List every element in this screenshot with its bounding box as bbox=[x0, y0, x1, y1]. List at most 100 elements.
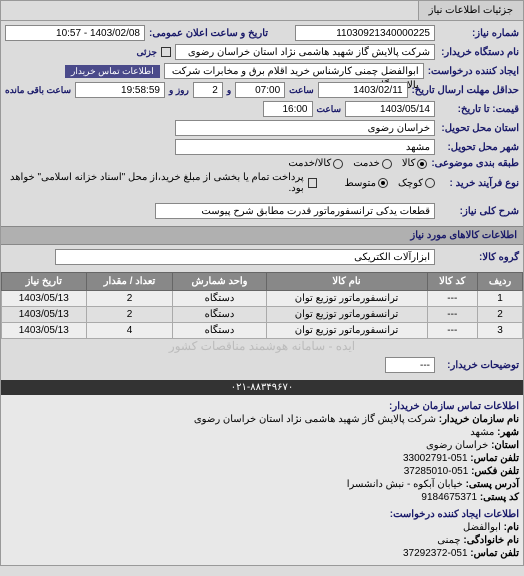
th-code: کد کالا bbox=[427, 273, 478, 291]
partial-checkbox[interactable] bbox=[161, 47, 171, 57]
radio-medium-label: متوسط bbox=[345, 178, 376, 189]
c-phone: 051-33002791 bbox=[403, 453, 468, 464]
process-radio-group: کوچک متوسط bbox=[345, 178, 435, 189]
table-cell-date: 1403/05/13 bbox=[2, 291, 87, 307]
c-province: خراسان رضوی bbox=[426, 440, 488, 451]
cr-lname-label: نام خانوادگی: bbox=[463, 535, 519, 546]
creator-header: اطلاعات ایجاد کننده درخواست: bbox=[5, 505, 519, 522]
payment-note: پرداخت تمام یا بخشی از مبلغ خرید،از محل … bbox=[5, 172, 304, 194]
time-suffix: ساعت باقی مانده bbox=[5, 85, 71, 96]
table-cell-name: ترانسفورماتور توزیع توان bbox=[266, 323, 427, 339]
c-address: خیابان آبکوه - نبش دانشسرا bbox=[347, 479, 463, 490]
th-qty: تعداد / مقدار bbox=[86, 273, 173, 291]
city-label: شهر محل تحویل: bbox=[439, 142, 519, 153]
c-fax: 051-37285010 bbox=[404, 466, 469, 477]
time-remain-field: 19:58:59 bbox=[75, 82, 165, 98]
creator-field: ابوالفضل چمنی کارشناس خرید اقلام برق و م… bbox=[164, 63, 424, 79]
table-row: 2---ترانسفورماتور توزیع تواندستگاه21403/… bbox=[2, 307, 523, 323]
contact-buyer-button[interactable]: اطلاعات تماس خریدار bbox=[65, 65, 160, 78]
radio-small[interactable]: کوچک bbox=[398, 178, 435, 189]
desc-label: شرح کلی نیاز: bbox=[439, 206, 519, 217]
partial-label: جزئی bbox=[136, 47, 157, 58]
cr-lname: چمنی bbox=[437, 535, 460, 546]
tab-details[interactable]: جزئیات اطلاعات نیاز bbox=[418, 1, 523, 20]
table-cell-qty: 2 bbox=[86, 307, 173, 323]
announce-label: تاریخ و ساعت اعلان عمومی: bbox=[149, 28, 268, 39]
table-cell-unit: دستگاه bbox=[173, 323, 266, 339]
table-cell-row: 2 bbox=[478, 307, 523, 323]
ext-label: توضیحات خریدار: bbox=[439, 360, 519, 371]
table-cell-date: 1403/05/13 bbox=[2, 307, 87, 323]
radio-service-circle bbox=[382, 159, 392, 169]
cr-fname: ابوالفضل bbox=[463, 522, 501, 533]
form-area: شماره نیاز: 11030921340000225 تاریخ و سا… bbox=[1, 21, 523, 226]
payment-checkbox[interactable] bbox=[308, 178, 318, 188]
c-org-label: نام سازمان خریدار: bbox=[439, 414, 519, 425]
c-city: مشهد bbox=[470, 427, 494, 438]
table-row: 1---ترانسفورماتور توزیع تواندستگاه21403/… bbox=[2, 291, 523, 307]
buyer-org-label: نام دستگاه خریدار: bbox=[439, 47, 519, 58]
table-cell-code: --- bbox=[427, 323, 478, 339]
validity-label: قیمت: تا تاریخ: bbox=[439, 104, 519, 115]
c-postal: 9184675371 bbox=[421, 492, 477, 503]
req-no-field: 11030921340000225 bbox=[295, 25, 435, 41]
th-date: تاریخ نیاز bbox=[2, 273, 87, 291]
group-label: گروه کالا: bbox=[439, 252, 519, 263]
table-cell-unit: دستگاه bbox=[173, 291, 266, 307]
city-field: مشهد bbox=[175, 139, 435, 155]
radio-goods-service[interactable]: کالا/خدمت bbox=[288, 158, 343, 169]
radio-small-label: کوچک bbox=[398, 178, 423, 189]
time-label-2: ساعت bbox=[317, 104, 342, 115]
days-suffix: روز و bbox=[169, 85, 189, 96]
contact-section: اطلاعات تماس سازمان خریدار: نام سازمان خ… bbox=[1, 395, 523, 565]
buyer-org-field: شرکت پالایش گاز شهید هاشمی نژاد استان خر… bbox=[175, 44, 435, 60]
c-province-label: استان: bbox=[491, 440, 519, 451]
radio-service-label: خدمت bbox=[353, 158, 380, 169]
radio-small-circle bbox=[425, 178, 435, 188]
province-label: استان محل تحویل: bbox=[439, 123, 519, 134]
radio-goods-circle bbox=[417, 159, 427, 169]
th-name: نام کالا bbox=[266, 273, 427, 291]
goods-table: ردیف کد کالا نام کالا واحد شمارش تعداد /… bbox=[1, 272, 523, 339]
class-label: طبقه بندی موضوعی: bbox=[431, 158, 519, 169]
radio-goods[interactable]: کالا bbox=[402, 158, 428, 169]
validity-time-field: 16:00 bbox=[263, 101, 313, 117]
table-cell-code: --- bbox=[427, 307, 478, 323]
validity-date-field: 1403/05/14 bbox=[345, 101, 435, 117]
table-header-row: ردیف کد کالا نام کالا واحد شمارش تعداد /… bbox=[2, 273, 523, 291]
table-cell-row: 3 bbox=[478, 323, 523, 339]
creator-label: ایجاد کننده درخواست: bbox=[428, 66, 519, 77]
contact-header: اطلاعات تماس سازمان خریدار: bbox=[5, 399, 519, 414]
radio-service[interactable]: خدمت bbox=[353, 158, 392, 169]
th-unit: واحد شمارش bbox=[173, 273, 266, 291]
radio-medium-circle bbox=[378, 178, 388, 188]
cr-phone-label: تلفن تماس: bbox=[470, 548, 519, 559]
table-cell-unit: دستگاه bbox=[173, 307, 266, 323]
th-row: ردیف bbox=[478, 273, 523, 291]
c-postal-label: کد پستی: bbox=[480, 492, 519, 503]
radio-medium[interactable]: متوسط bbox=[345, 178, 388, 189]
table-cell-qty: 2 bbox=[86, 291, 173, 307]
group-field: ابزارآلات الکتریکی bbox=[55, 249, 435, 265]
table-cell-date: 1403/05/13 bbox=[2, 323, 87, 339]
goods-table-wrap: ردیف کد کالا نام کالا واحد شمارش تعداد /… bbox=[1, 272, 523, 353]
c-address-label: آدرس پستی: bbox=[466, 479, 519, 490]
days-prefix: و bbox=[227, 85, 231, 96]
announce-field: 1403/02/08 - 10:57 bbox=[5, 25, 145, 41]
cr-phone: 051-37292372 bbox=[403, 548, 468, 559]
c-fax-label: تلفن فکس: bbox=[471, 466, 519, 477]
deadline-time-field: 07:00 bbox=[235, 82, 285, 98]
deadline-label: حداقل مهلت ارسال تاریخ: bbox=[412, 85, 519, 96]
watermark-text: ایده - سامانه هوشمند مناقصات کشور bbox=[1, 339, 523, 353]
table-cell-code: --- bbox=[427, 291, 478, 307]
desc-field: قطعات یدکی ترانسفورماتور قدرت مطابق شرح … bbox=[155, 203, 435, 219]
radio-goods-service-circle bbox=[333, 159, 343, 169]
time-label-1: ساعت bbox=[289, 85, 314, 96]
c-org: شرکت پالایش گاز شهید هاشمی نژاد استان خر… bbox=[194, 414, 436, 425]
deadline-date-field: 1403/02/11 bbox=[318, 82, 408, 98]
cr-fname-label: نام: bbox=[504, 522, 519, 533]
table-row: 3---ترانسفورماتور توزیع تواندستگاه41403/… bbox=[2, 323, 523, 339]
table-cell-row: 1 bbox=[478, 291, 523, 307]
province-field: خراسان رضوی bbox=[175, 120, 435, 136]
table-cell-name: ترانسفورماتور توزیع توان bbox=[266, 291, 427, 307]
